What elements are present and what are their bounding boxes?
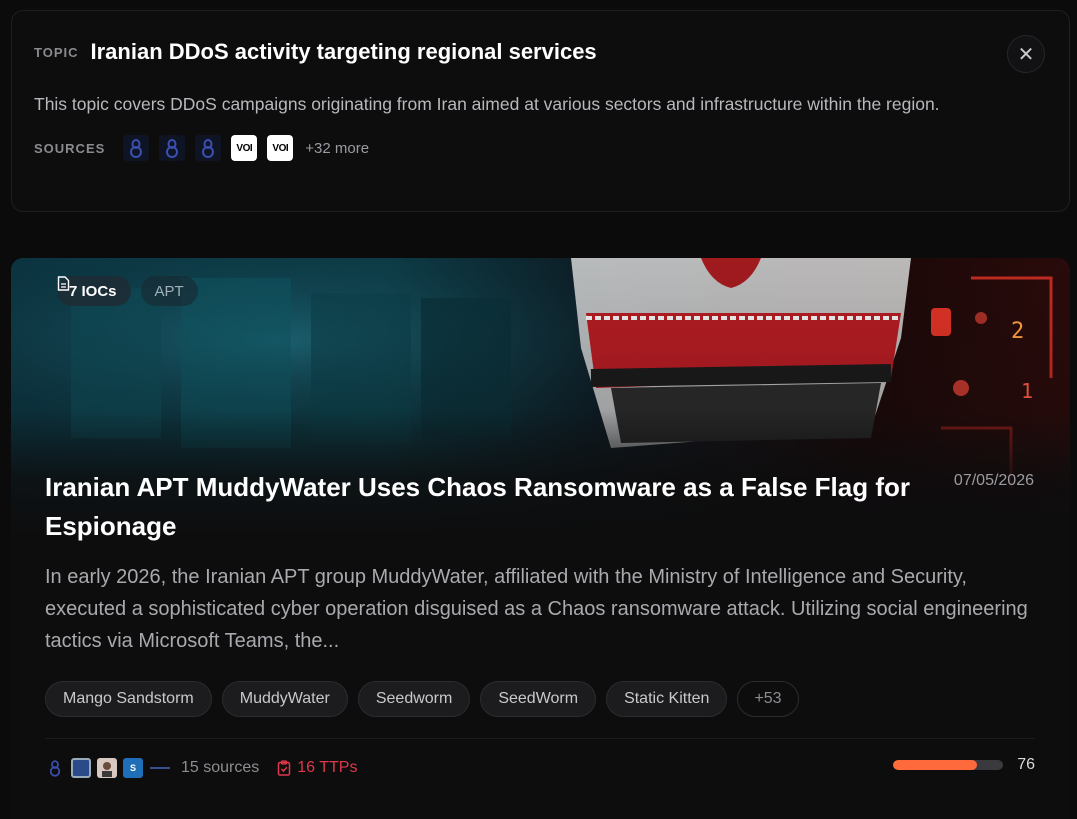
- category-badge[interactable]: APT: [140, 276, 198, 306]
- divider: [45, 738, 1035, 739]
- relevance-score: 76: [893, 756, 1035, 774]
- topic-sources: SOURCES VOI VOI +32 more: [34, 135, 1047, 161]
- more-tags-chip[interactable]: +53: [737, 681, 799, 717]
- clipboard-check-icon: [278, 760, 291, 776]
- document-icon: [57, 276, 70, 291]
- article-card[interactable]: 2 1 7 IOCs APT Iranian APT MuddyWater Us…: [11, 258, 1070, 819]
- source-icon-blue[interactable]: [159, 135, 186, 161]
- ttps-link[interactable]: 16 TTPs: [277, 759, 357, 777]
- source-icon-blue[interactable]: [195, 135, 222, 161]
- sources-count[interactable]: 15 sources: [181, 759, 259, 777]
- source-icon-blue[interactable]: [123, 135, 150, 161]
- hero-badges: 7 IOCs APT: [57, 276, 198, 306]
- tag-chip[interactable]: Seedworm: [357, 681, 471, 717]
- more-sources-link[interactable]: +32 more: [305, 140, 369, 157]
- score-value: 76: [1017, 756, 1035, 773]
- voi-logo-text: VOI: [236, 142, 253, 154]
- topic-title: Iranian DDoS activity targeting regional…: [90, 39, 597, 64]
- source-icon-voi[interactable]: VOI: [267, 135, 294, 161]
- article-footer: S 15 sources 16 TTPs 76: [45, 756, 1035, 780]
- source-avatar[interactable]: [97, 758, 117, 778]
- score-bar-fill: [893, 760, 977, 770]
- article-title[interactable]: Iranian APT MuddyWater Uses Chaos Ransom…: [45, 468, 925, 546]
- ttps-count: 16 TTPs: [297, 759, 358, 776]
- article-date: 07/05/2026: [953, 472, 1034, 489]
- ioc-badge[interactable]: 7 IOCs: [57, 276, 131, 306]
- sources-label: SOURCES: [34, 140, 106, 156]
- tag-chip[interactable]: MuddyWater: [221, 681, 348, 717]
- source-avatar[interactable]: [149, 758, 171, 778]
- tag-chip[interactable]: Mango Sandstorm: [45, 681, 212, 717]
- tag-chip[interactable]: SeedWorm: [480, 681, 597, 717]
- topic-header: TOPIC Iranian DDoS activity targeting re…: [34, 39, 1047, 65]
- article-summary: In early 2026, the Iranian APT group Mud…: [45, 566, 1028, 652]
- source-icon-voi[interactable]: VOI: [231, 135, 258, 161]
- score-bar: [893, 760, 1004, 770]
- close-button[interactable]: ✕: [1007, 35, 1045, 73]
- ioc-count: 7 IOCs: [69, 282, 117, 300]
- topic-label: TOPIC: [34, 44, 79, 60]
- source-avatar[interactable]: [45, 758, 65, 778]
- voi-logo-text: VOI: [272, 142, 289, 154]
- source-avatar[interactable]: S: [123, 758, 143, 778]
- topic-description: This topic covers DDoS campaigns origina…: [34, 94, 940, 114]
- topic-card: TOPIC Iranian DDoS activity targeting re…: [11, 10, 1070, 212]
- source-avatar[interactable]: [71, 758, 91, 778]
- close-icon: ✕: [1017, 43, 1035, 66]
- tag-chip[interactable]: Static Kitten: [606, 681, 728, 717]
- tag-list: Mango Sandstorm MuddyWater Seedworm Seed…: [45, 681, 799, 717]
